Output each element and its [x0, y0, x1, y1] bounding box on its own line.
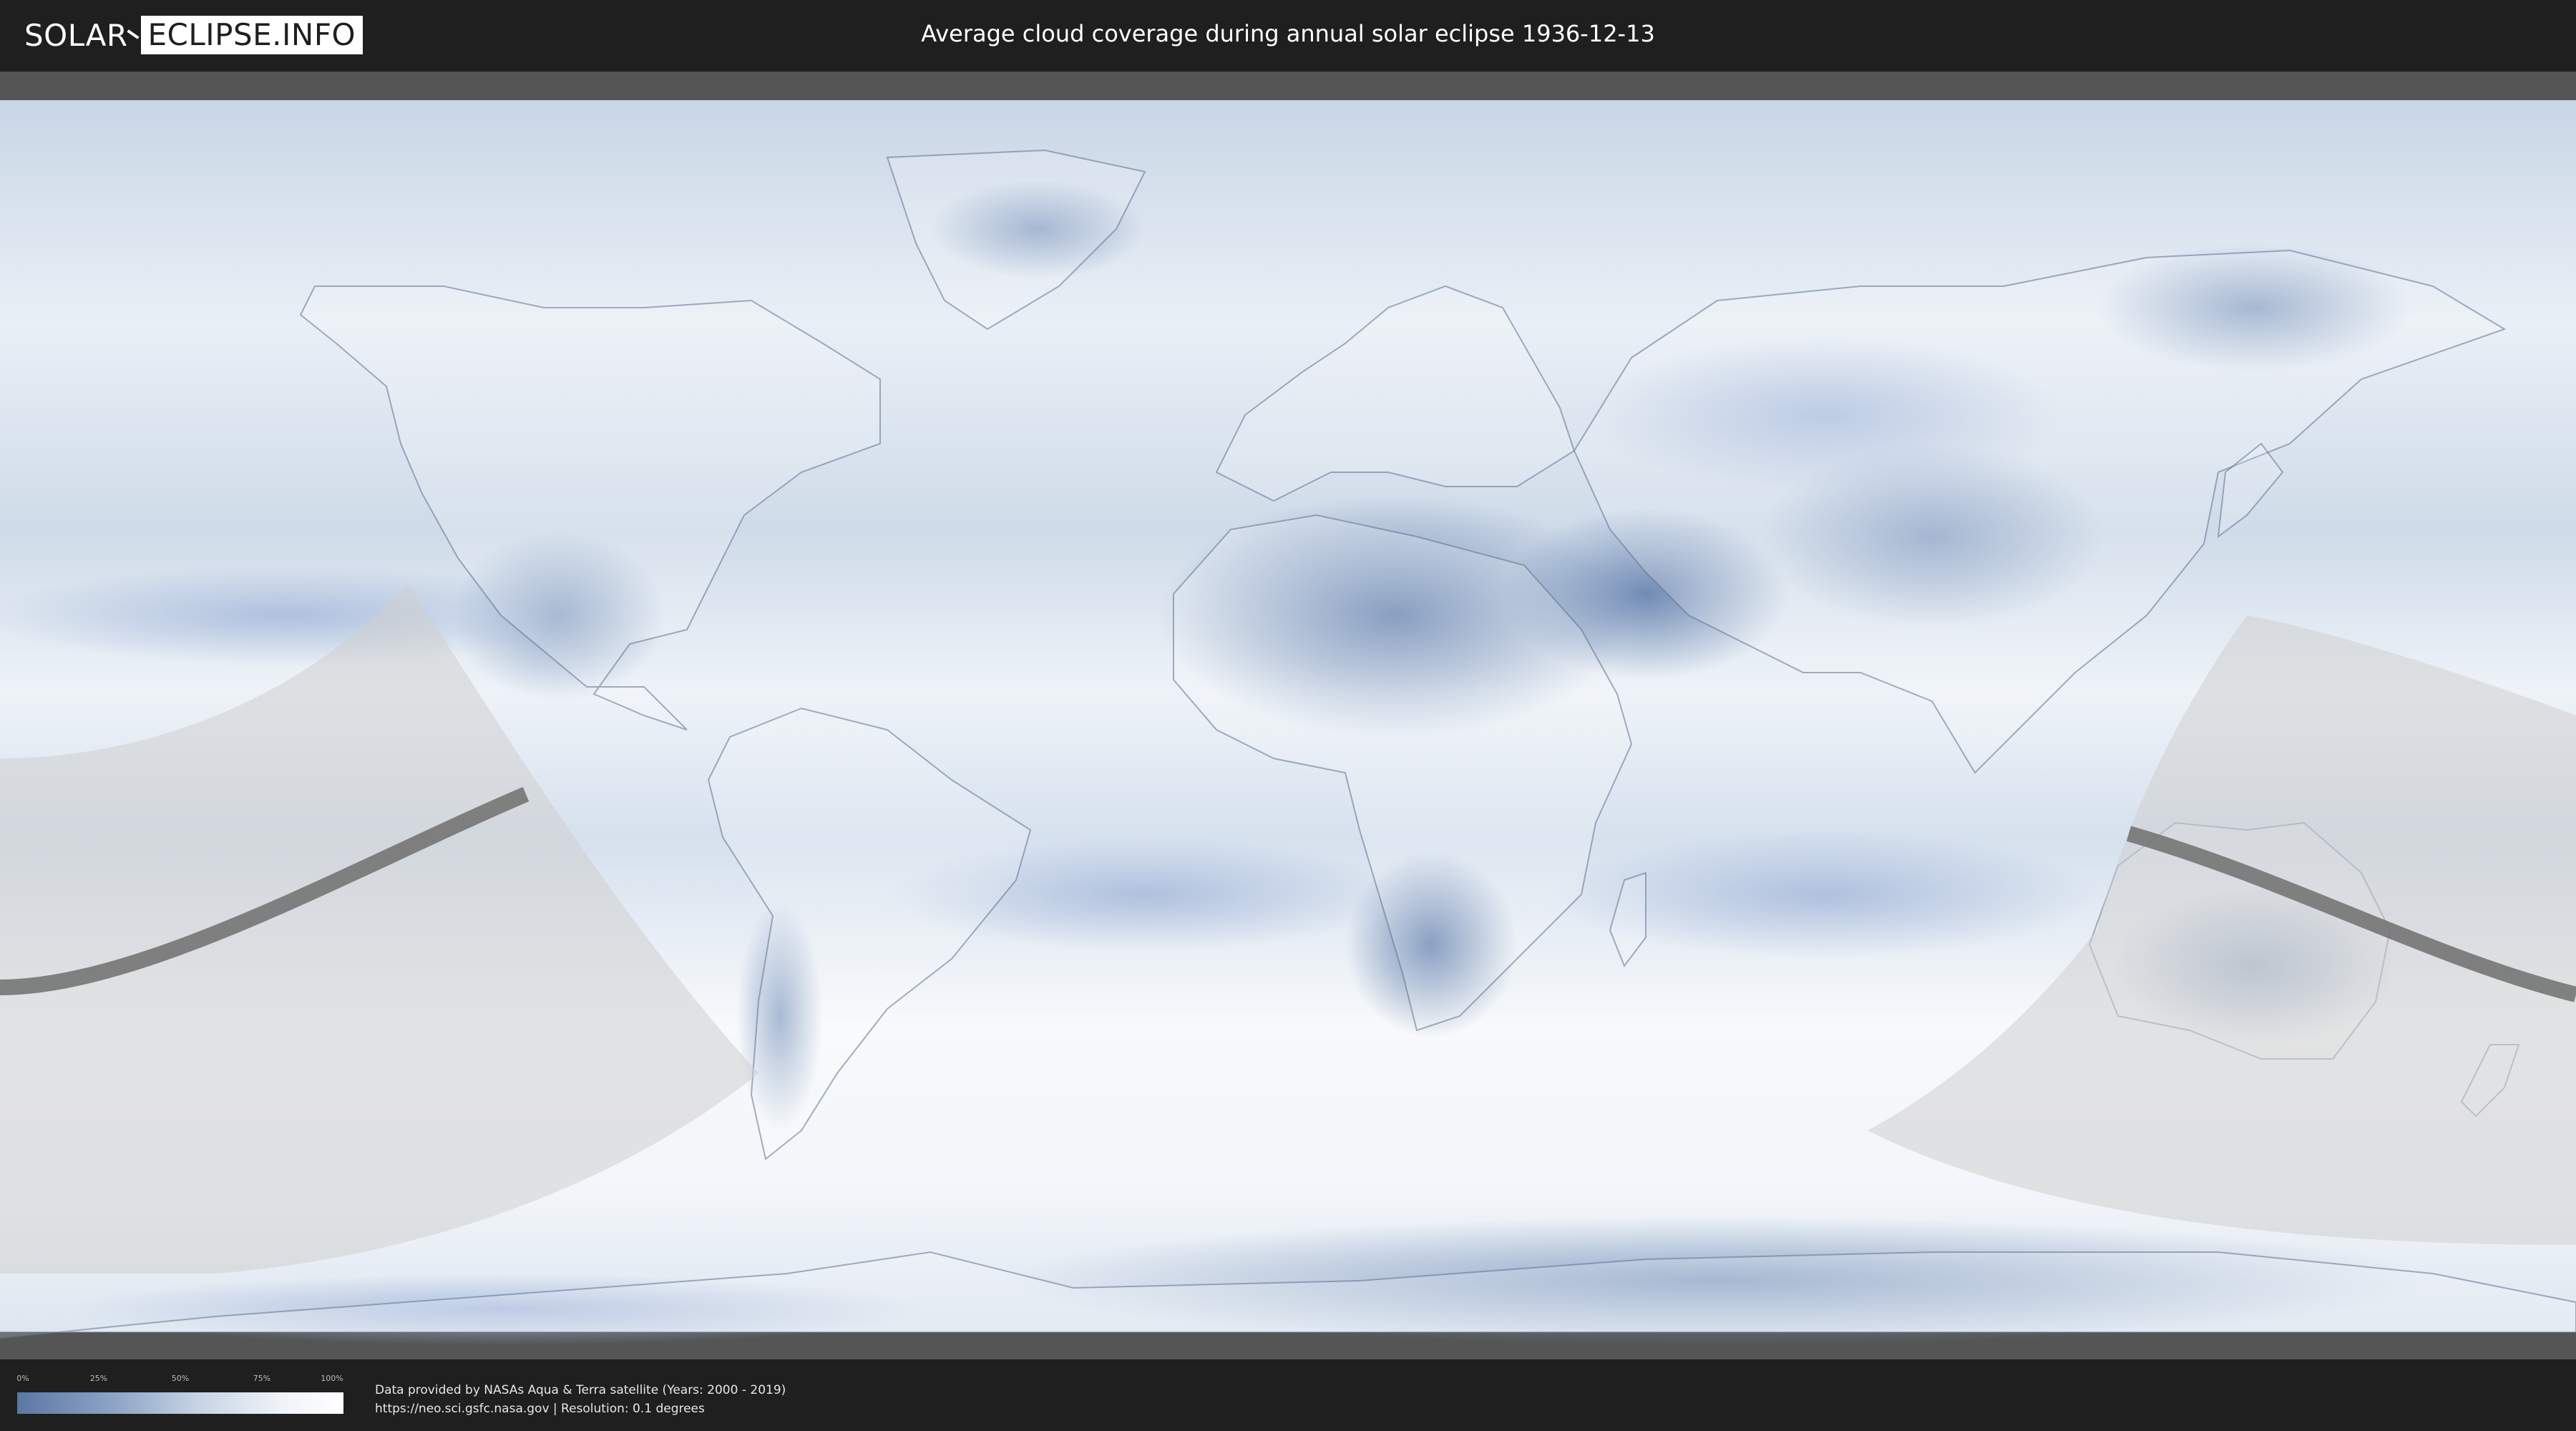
- legend-tick-75: 75%: [253, 1374, 271, 1383]
- cloud-coverage-map: [0, 100, 2576, 1345]
- footer-bar: 0% 25% 50% 75% 100% Data provided by NAS…: [0, 1359, 2576, 1431]
- map-frame: [0, 72, 2576, 1359]
- credits-url-resolution: https://neo.sci.gsfc.nasa.gov | Resoluti…: [375, 1402, 705, 1416]
- header-bar: SOLAR ECLIPSE.INFO Average cloud coverag…: [0, 0, 2576, 72]
- legend-color-bar: [17, 1392, 343, 1414]
- page-title: Average cloud coverage during annual sol…: [921, 20, 1655, 47]
- legend-tick-50: 50%: [171, 1374, 190, 1383]
- legend-ticks: 0% 25% 50% 75% 100%: [16, 1374, 343, 1387]
- data-credits: Data provided by NASAs Aqua & Terra sate…: [375, 1381, 786, 1418]
- cloud-coverage-legend: 0% 25% 50% 75% 100%: [16, 1374, 343, 1414]
- credits-source: Data provided by NASAs Aqua & Terra sate…: [375, 1383, 786, 1397]
- legend-tick-25: 25%: [89, 1374, 108, 1383]
- legend-tick-100: 100%: [321, 1374, 343, 1383]
- legend-tick-0: 0%: [16, 1374, 29, 1383]
